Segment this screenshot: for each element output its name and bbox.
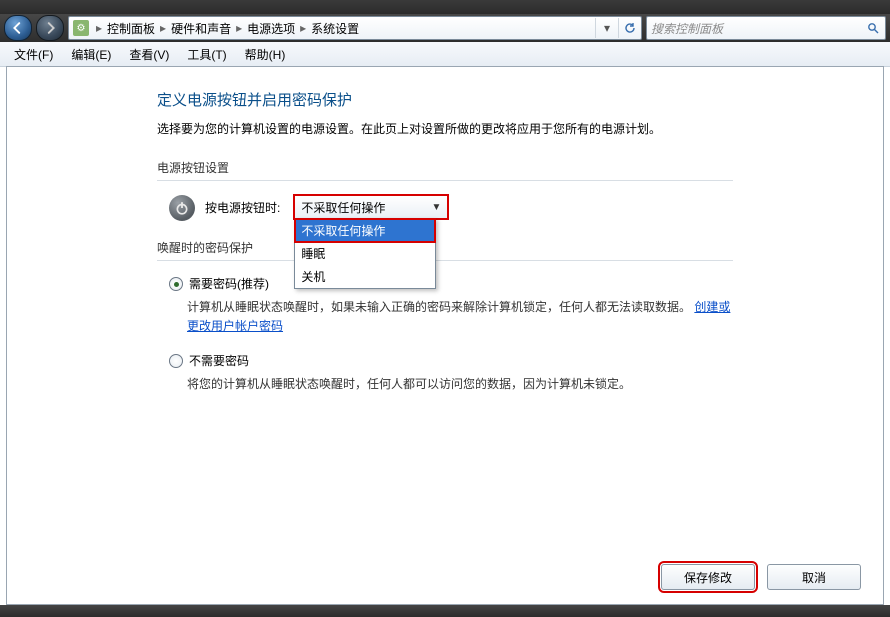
menubar: 文件(F) 编辑(E) 查看(V) 工具(T) 帮助(H) — [0, 42, 890, 67]
chevron-right-icon: ▸ — [157, 21, 169, 35]
chevron-right-icon: ▸ — [233, 21, 245, 35]
divider — [157, 180, 733, 181]
radio-no-password-label: 不需要密码 — [189, 352, 249, 369]
breadcrumb-item[interactable]: 控制面板 — [105, 20, 157, 37]
control-panel-icon: ⚙ — [73, 20, 89, 36]
content-pane: 定义电源按钮并启用密码保护 选择要为您的计算机设置的电源设置。在此页上对设置所做… — [6, 66, 884, 605]
address-dropdown-button[interactable]: ▾ — [595, 18, 618, 38]
save-button[interactable]: 保存修改 — [661, 564, 755, 590]
chevron-down-icon: ▼ — [431, 202, 441, 213]
nav-back-button[interactable] — [4, 15, 32, 41]
dropdown-option[interactable]: 关机 — [295, 265, 435, 288]
menu-tools[interactable]: 工具(T) — [179, 43, 234, 66]
cancel-button[interactable]: 取消 — [767, 564, 861, 590]
menu-help[interactable]: 帮助(H) — [237, 43, 294, 66]
breadcrumb-item[interactable]: 电源选项 — [245, 20, 297, 37]
refresh-button[interactable] — [618, 18, 641, 38]
section-header-power: 电源按钮设置 — [157, 159, 733, 176]
section-header-wake: 唤醒时的密码保护 — [157, 239, 733, 256]
radio-require-password[interactable] — [169, 277, 183, 291]
power-icon — [169, 195, 195, 221]
power-action-dropdown[interactable]: 不采取任何操作 ▼ 不采取任何操作 睡眠 关机 — [294, 195, 448, 219]
search-placeholder: 搜索控制面板 — [651, 20, 865, 37]
page-title: 定义电源按钮并启用密码保护 — [157, 89, 733, 110]
chevron-right-icon: ▸ — [93, 21, 105, 35]
dropdown-selected: 不采取任何操作 — [301, 199, 385, 216]
window-bottom-border — [0, 605, 890, 617]
menu-view[interactable]: 查看(V) — [121, 43, 177, 66]
breadcrumb-item[interactable]: 硬件和声音 — [169, 20, 233, 37]
radio-require-password-desc: 计算机从睡眠状态唤醒时，如果未输入正确的密码来解除计算机锁定，任何人都无法读取数… — [187, 298, 733, 336]
dropdown-list: 不采取任何操作 睡眠 关机 — [294, 218, 436, 289]
search-input[interactable]: 搜索控制面板 — [646, 16, 886, 40]
menu-file[interactable]: 文件(F) — [6, 43, 61, 66]
power-button-label: 按电源按钮时: — [205, 195, 280, 216]
radio-no-password-desc: 将您的计算机从睡眠状态唤醒时，任何人都可以访问您的数据，因为计算机未锁定。 — [187, 375, 733, 394]
search-icon — [865, 20, 881, 36]
dropdown-option[interactable]: 不采取任何操作 — [295, 219, 435, 242]
window: ⚙ ▸ 控制面板 ▸ 硬件和声音 ▸ 电源选项 ▸ 系统设置 ▾ 搜索控制面板 … — [0, 0, 890, 617]
radio-no-password[interactable] — [169, 354, 183, 368]
address-bar[interactable]: ⚙ ▸ 控制面板 ▸ 硬件和声音 ▸ 电源选项 ▸ 系统设置 ▾ — [68, 16, 642, 40]
navbar: ⚙ ▸ 控制面板 ▸ 硬件和声音 ▸ 电源选项 ▸ 系统设置 ▾ 搜索控制面板 — [0, 14, 890, 42]
breadcrumb-item[interactable]: 系统设置 — [309, 20, 361, 37]
page-description: 选择要为您的计算机设置的电源设置。在此页上对设置所做的更改将应用于您所有的电源计… — [157, 120, 733, 137]
dropdown-option[interactable]: 睡眠 — [295, 242, 435, 265]
menu-edit[interactable]: 编辑(E) — [63, 43, 119, 66]
chevron-right-icon: ▸ — [297, 21, 309, 35]
radio-require-password-label: 需要密码(推荐) — [189, 275, 269, 292]
footer-buttons: 保存修改 取消 — [661, 564, 861, 590]
titlebar — [0, 0, 890, 14]
divider — [157, 260, 733, 261]
nav-forward-button[interactable] — [36, 15, 64, 41]
